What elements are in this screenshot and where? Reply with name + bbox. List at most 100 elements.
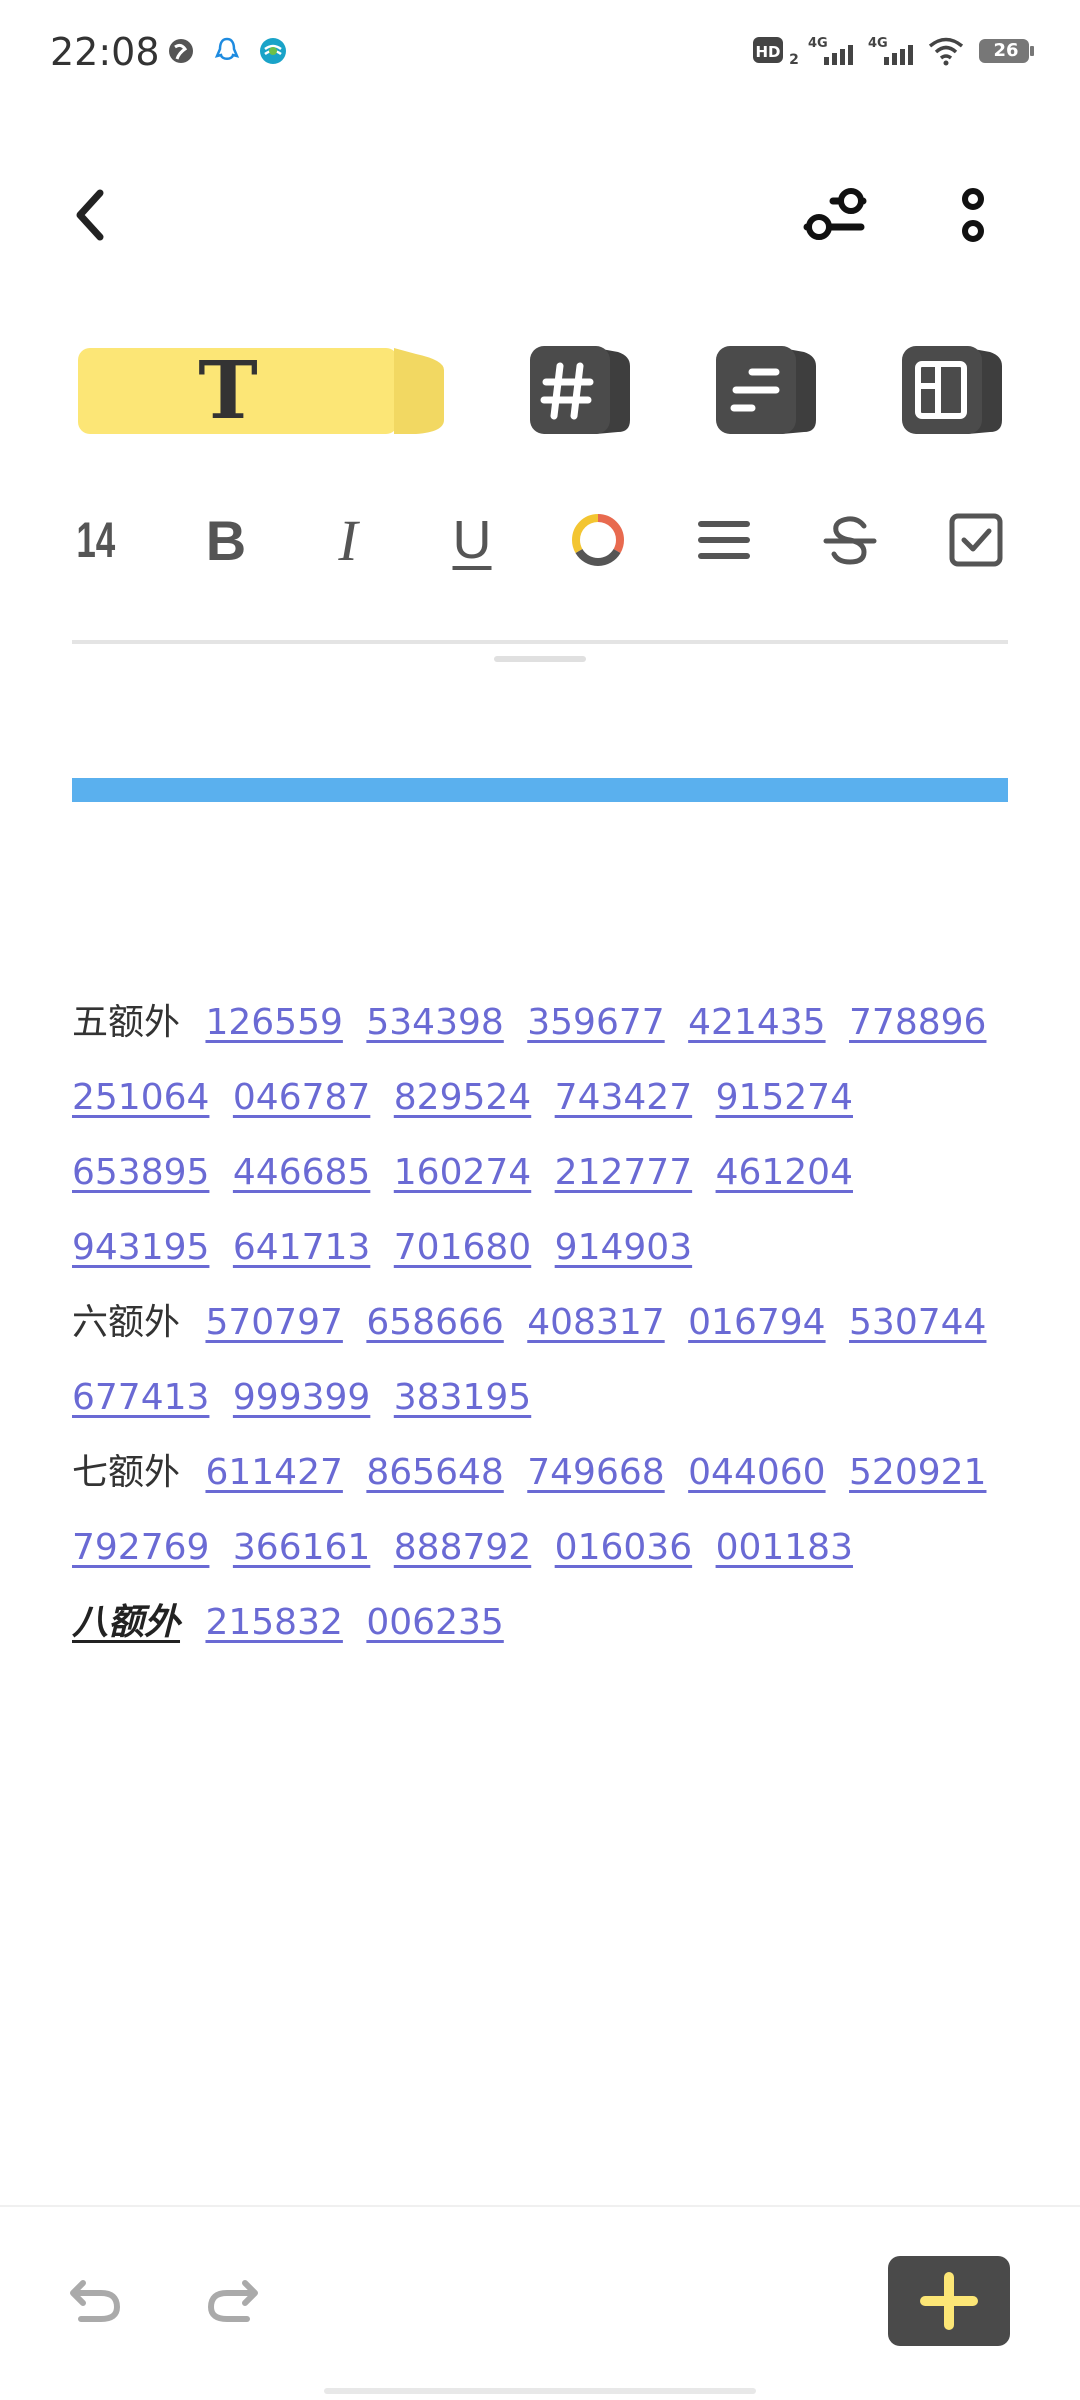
number-link[interactable]: 749668 (527, 1452, 664, 1493)
bold-icon: B (205, 508, 247, 572)
number-link[interactable]: 888792 (394, 1527, 531, 1568)
undo-button[interactable] (60, 2262, 130, 2332)
text-mode-icon: T (78, 343, 444, 436)
number-link[interactable]: 530744 (849, 1302, 986, 1343)
number-link[interactable]: 915274 (716, 1077, 853, 1118)
italic-button[interactable]: I (308, 500, 388, 580)
number-link[interactable]: 359677 (527, 1002, 664, 1043)
paragraph-label: 六额外 (72, 1302, 181, 1343)
chevron-left-icon (76, 189, 104, 241)
note-paragraph-8: 八额外 215832 006235 (72, 1585, 1008, 1660)
number-link[interactable]: 865648 (366, 1452, 503, 1493)
svg-text:HD: HD (755, 43, 780, 61)
number-link[interactable]: 792769 (72, 1527, 209, 1568)
number-link[interactable]: 446685 (233, 1152, 370, 1193)
number-link[interactable]: 658666 (366, 1302, 503, 1343)
note-editor[interactable]: 五额外 126559 534398 359677 421435 778896 2… (72, 985, 1008, 1660)
number-link[interactable]: 408317 (527, 1302, 664, 1343)
note-paragraph-7: 七额外 611427 865648 749668 044060 520921 7… (72, 1435, 1008, 1585)
number-link[interactable]: 006235 (366, 1602, 503, 1643)
mode-list-tab[interactable] (712, 340, 820, 436)
qq-icon (210, 34, 244, 68)
number-link[interactable]: 016036 (555, 1527, 692, 1568)
mode-text-tab[interactable]: T (76, 340, 446, 436)
battery-level: 26 (993, 40, 1019, 61)
settings-button[interactable] (790, 170, 880, 260)
signal-4g-icon: 4G (806, 34, 858, 68)
number-link[interactable]: 829524 (394, 1077, 531, 1118)
underline-button[interactable]: U (432, 500, 512, 580)
number-link[interactable]: 570797 (205, 1302, 342, 1343)
number-link[interactable]: 701680 (394, 1227, 531, 1268)
svg-text:T: T (198, 343, 258, 436)
china-mobile-icon (256, 34, 290, 68)
paragraph-label: 五额外 (72, 1002, 181, 1043)
font-size-button[interactable]: 14 (56, 500, 136, 580)
number-link[interactable]: 677413 (72, 1377, 209, 1418)
number-link[interactable]: 653895 (72, 1152, 209, 1193)
svg-text:4G: 4G (868, 36, 888, 51)
undo-icon (70, 2280, 121, 2322)
note-paragraph-6: 六额外 570797 658666 408317 016794 530744 6… (72, 1285, 1008, 1435)
blue-highlight-bar (72, 778, 1008, 802)
hd-icon: HD 2 (752, 34, 804, 68)
number-link[interactable]: 366161 (233, 1527, 370, 1568)
mode-layout-tab[interactable] (898, 340, 1006, 436)
mode-tag-tab[interactable] (526, 340, 634, 436)
hashtag-icon (530, 346, 630, 434)
number-link[interactable]: 641713 (233, 1227, 370, 1268)
wifi-icon (926, 34, 966, 68)
globe-icon (164, 34, 198, 68)
align-button[interactable] (684, 500, 764, 580)
strikethrough-icon (823, 516, 877, 565)
number-link[interactable]: 212777 (555, 1152, 692, 1193)
strikethrough-button[interactable] (810, 500, 890, 580)
list-icon (716, 346, 816, 434)
paragraph-label-bold: 八额外 (72, 1602, 181, 1643)
back-button[interactable] (45, 170, 135, 260)
number-link[interactable]: 743427 (555, 1077, 692, 1118)
redo-button[interactable] (198, 2262, 268, 2332)
sliders-icon (803, 188, 867, 240)
number-link[interactable]: 778896 (849, 1002, 986, 1043)
layout-icon (902, 346, 1002, 434)
note-paragraph-5: 五额外 126559 534398 359677 421435 778896 2… (72, 985, 1008, 1285)
more-button[interactable] (928, 170, 1018, 260)
number-link[interactable]: 046787 (233, 1077, 370, 1118)
number-link[interactable]: 611427 (205, 1452, 342, 1493)
drag-handle[interactable] (494, 656, 586, 662)
underline-icon: U (452, 510, 492, 570)
add-button[interactable] (888, 2256, 1010, 2346)
align-icon (698, 521, 750, 559)
text-color-button[interactable] (558, 500, 638, 580)
number-link[interactable]: 383195 (394, 1377, 531, 1418)
more-vertical-icon (962, 188, 984, 242)
bottom-divider (0, 2205, 1080, 2207)
plus-icon (920, 2272, 978, 2330)
checkbox-icon (949, 513, 1003, 567)
number-link[interactable]: 534398 (366, 1002, 503, 1043)
number-link[interactable]: 461204 (716, 1152, 853, 1193)
bold-button[interactable]: B (186, 500, 266, 580)
toolbar-divider (72, 640, 1008, 644)
number-link[interactable]: 126559 (205, 1002, 342, 1043)
number-link[interactable]: 999399 (233, 1377, 370, 1418)
signal-4g-icon-2: 4G (866, 34, 918, 68)
number-link[interactable]: 520921 (849, 1452, 986, 1493)
number-link[interactable]: 914903 (555, 1227, 692, 1268)
font-size-value: 14 (76, 512, 116, 568)
number-link[interactable]: 016794 (688, 1302, 825, 1343)
number-link[interactable]: 421435 (688, 1002, 825, 1043)
number-link[interactable]: 160274 (394, 1152, 531, 1193)
status-time: 22:08 (50, 30, 160, 74)
number-link[interactable]: 001183 (716, 1527, 853, 1568)
italic-icon: I (338, 507, 358, 573)
home-indicator[interactable] (324, 2388, 756, 2394)
number-link[interactable]: 044060 (688, 1452, 825, 1493)
svg-text:4G: 4G (808, 36, 828, 51)
number-link[interactable]: 251064 (72, 1077, 209, 1118)
checkbox-button[interactable] (936, 500, 1016, 580)
redo-icon (207, 2280, 258, 2322)
number-link[interactable]: 215832 (205, 1602, 342, 1643)
number-link[interactable]: 943195 (72, 1227, 209, 1268)
